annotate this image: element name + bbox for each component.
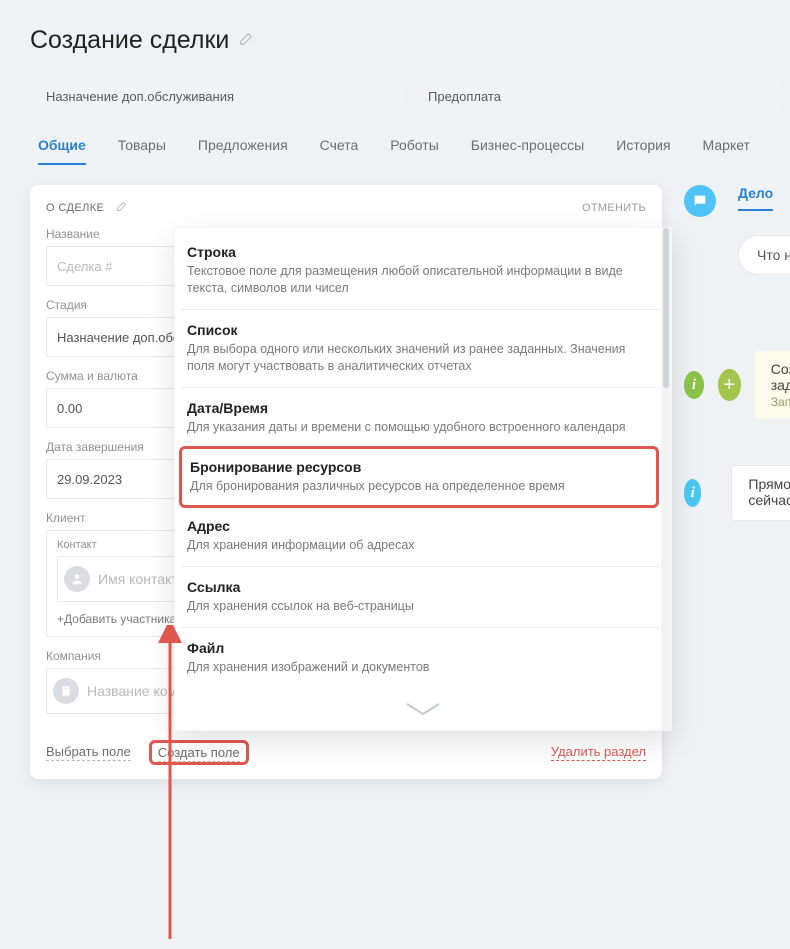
dd-item-file[interactable]: Файл Для хранения изображений и документ…: [181, 628, 659, 688]
cancel-button[interactable]: ОТМЕНИТЬ: [582, 202, 646, 214]
pencil-icon[interactable]: [116, 201, 127, 215]
stage-item[interactable]: Назначение доп.обслуживания: [30, 77, 408, 115]
dd-title: Файл: [187, 640, 649, 656]
timeline-card[interactable]: Создана новая задача Запланирована: [755, 351, 790, 419]
dd-item-booking[interactable]: Бронирование ресурсов Для бронирования р…: [179, 446, 659, 508]
dd-desc: Для хранения ссылок на веб-страницы: [187, 598, 649, 615]
edit-title-icon[interactable]: [239, 32, 253, 50]
info-blue-icon: i: [684, 479, 701, 507]
dd-item-datetime[interactable]: Дата/Время Для указания даты и времени с…: [181, 388, 659, 449]
scrollbar-thumb[interactable]: [663, 228, 669, 388]
chevron-down-icon[interactable]: [403, 698, 443, 724]
comment-bubble-icon[interactable]: [684, 185, 716, 217]
dd-title: Строка: [187, 244, 649, 260]
stage-item[interactable]: Предоплата: [412, 77, 790, 115]
tab-robots[interactable]: Роботы: [390, 137, 438, 165]
tabs: Общие Товары Предложения Счета Роботы Би…: [30, 137, 790, 165]
timeline-card-title: Прямо сейчас: [748, 476, 790, 508]
dd-title: Ссылка: [187, 579, 649, 595]
tab-general[interactable]: Общие: [38, 137, 86, 165]
dd-item-address[interactable]: Адрес Для хранения информации об адресах: [181, 506, 659, 567]
tab-offers[interactable]: Предложения: [198, 137, 288, 165]
dd-item-list[interactable]: Список Для выбора одного или нескольких …: [181, 310, 659, 388]
tab-market[interactable]: Маркет: [703, 137, 750, 165]
dropdown-scrollbar[interactable]: [661, 228, 671, 730]
tab-invoices[interactable]: Счета: [320, 137, 359, 165]
timeline-card-title: Создана новая задача: [771, 361, 790, 393]
timeline-rail: Дело Что нужно сделать i + Создана новая…: [684, 185, 716, 779]
stage-bar: Назначение доп.обслуживания Предоплата: [30, 77, 790, 115]
deal-card: О СДЕЛКЕ ОТМЕНИТЬ Название Стадия Сумма …: [30, 185, 662, 779]
timeline-card-sub: Запланирована: [771, 395, 790, 409]
dd-title: Бронирование ресурсов: [190, 459, 648, 475]
add-task-button[interactable]: +: [718, 369, 741, 401]
dd-desc: Для выбора одного или нескольких значени…: [187, 341, 649, 375]
dd-title: Дата/Время: [187, 400, 649, 416]
create-field-link[interactable]: Создать поле: [158, 745, 240, 762]
timeline-card[interactable]: Прямо сейчас: [731, 465, 790, 521]
choose-field-link[interactable]: Выбрать поле: [46, 744, 131, 761]
dd-title: Список: [187, 322, 649, 338]
card-section-title: О СДЕЛКЕ: [46, 202, 104, 214]
field-type-dropdown: Строка Текстовое поле для размещения люб…: [174, 227, 672, 731]
page-title: Создание сделки: [30, 26, 229, 55]
contact-placeholder: Имя контакта: [98, 571, 185, 587]
dd-desc: Для бронирования различных ресурсов на о…: [190, 478, 648, 495]
rail-tab-task[interactable]: Дело: [738, 185, 773, 211]
building-icon: [53, 678, 79, 704]
dd-title: Адрес: [187, 518, 649, 534]
dd-desc: Для хранения изображений и документов: [187, 659, 649, 676]
tab-bp[interactable]: Бизнес-процессы: [471, 137, 584, 165]
delete-section-link[interactable]: Удалить раздел: [551, 744, 646, 761]
tab-history[interactable]: История: [616, 137, 670, 165]
dd-item-link[interactable]: Ссылка Для хранения ссылок на веб-страни…: [181, 567, 659, 628]
info-green-icon: i: [684, 371, 704, 399]
dd-item-string[interactable]: Строка Текстовое поле для размещения люб…: [181, 232, 659, 310]
person-icon: [64, 566, 90, 592]
timeline-placeholder-pill[interactable]: Что нужно сделать: [738, 235, 790, 275]
dd-desc: Текстовое поле для размещения любой опис…: [187, 263, 649, 297]
create-field-highlight: Создать поле: [149, 740, 249, 765]
tab-products[interactable]: Товары: [118, 137, 166, 165]
dd-desc: Для хранения информации об адресах: [187, 537, 649, 554]
dd-desc: Для указания даты и времени с помощью уд…: [187, 419, 649, 436]
